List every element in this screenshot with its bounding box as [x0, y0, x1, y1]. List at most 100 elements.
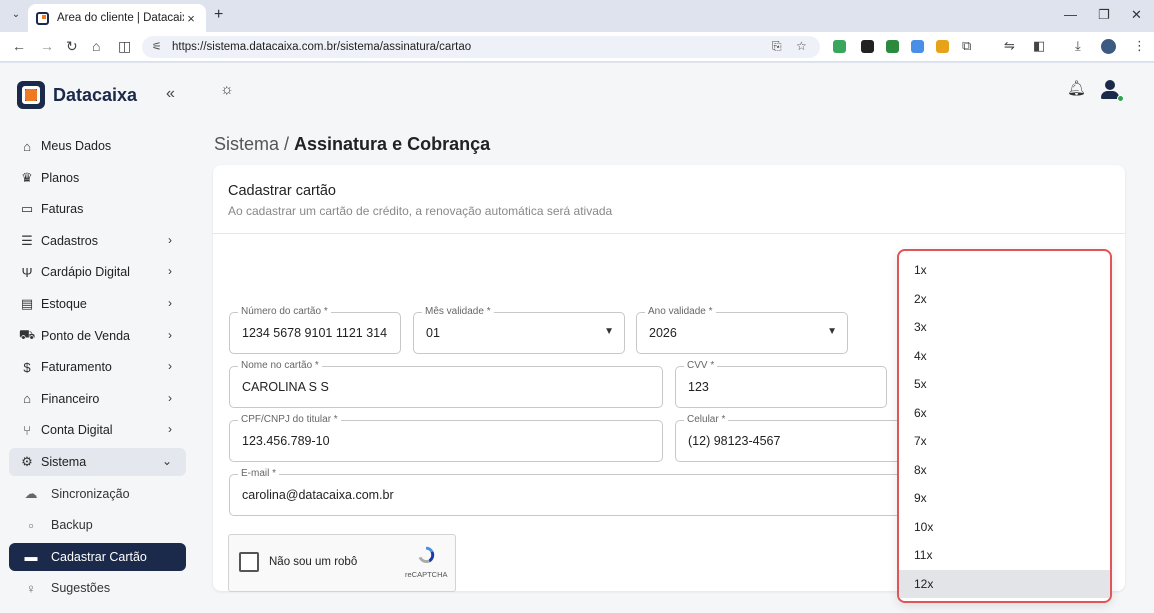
chevron-right-icon: ›	[168, 295, 172, 310]
brand-logo[interactable]: Datacaixa	[17, 81, 137, 109]
bell-icon[interactable]: 🔔︎	[1067, 79, 1086, 97]
tab-search-icon[interactable]: ⌄	[8, 7, 24, 23]
card-title: Cadastrar cartão	[228, 183, 336, 199]
sidebar-item-label: Faturamento	[41, 360, 112, 375]
recaptcha-checkbox[interactable]	[239, 552, 259, 572]
sidebar-toggle-icon[interactable]: ◫	[118, 38, 131, 55]
reading-mode-icon[interactable]: ◧	[1033, 38, 1045, 54]
sidebar-item-faturas[interactable]: ▭ Faturas	[9, 195, 186, 223]
bank-icon: ⌂	[23, 391, 31, 407]
extension-docs-icon[interactable]	[911, 40, 924, 53]
profile-avatar-icon[interactable]	[1101, 39, 1116, 54]
installment-option[interactable]: 5x	[899, 370, 1110, 399]
sidebar-item-faturamento[interactable]: $ Faturamento ›	[9, 353, 186, 381]
sidebar-item-planos[interactable]: ♛ Planos	[9, 164, 186, 192]
installment-option[interactable]: 2x	[899, 285, 1110, 314]
restore-icon[interactable]: ❐	[1098, 7, 1110, 23]
extension-pen-icon[interactable]	[861, 40, 874, 53]
save-icon: ▫	[28, 517, 34, 533]
sidebar-item-cadastrar-cartao[interactable]: ▬ Cadastrar Cartão	[9, 542, 186, 571]
card-number-label: Número do cartão *	[238, 306, 331, 317]
sidebar-item-cadastros[interactable]: ☰ Cadastros ›	[9, 227, 186, 255]
email-label: E-mail *	[238, 468, 280, 479]
cloud-icon: ☁	[24, 485, 38, 501]
card-name-label: Nome no cartão *	[238, 360, 322, 371]
card-header: Cadastrar cartão Ao cadastrar um cartão …	[213, 165, 1125, 234]
sidebar-item-cardapio-digital[interactable]: Ψ Cardápio Digital ›	[9, 258, 186, 286]
recaptcha-logo-icon	[418, 546, 435, 564]
browser-menu-icon[interactable]: ⋮	[1133, 38, 1146, 54]
chevron-down-icon: ▼	[827, 326, 837, 337]
installment-option[interactable]: 11x	[899, 541, 1110, 570]
bookmark-star-icon[interactable]: ☆	[796, 39, 807, 53]
user-avatar[interactable]	[1098, 77, 1124, 102]
recaptcha-widget: Não sou um robô reCAPTCHA	[228, 534, 456, 592]
forward-icon[interactable]: →	[40, 38, 54, 54]
installment-option[interactable]: 10x	[899, 513, 1110, 542]
chevron-right-icon: ›	[168, 232, 172, 247]
extension-flag-icon[interactable]	[936, 40, 949, 53]
url-text: https://sistema.datacaixa.com.br/sistema…	[172, 41, 472, 53]
tab-close-icon[interactable]: ×	[184, 11, 198, 26]
collapse-sidebar-icon[interactable]: «	[166, 85, 175, 103]
installment-option[interactable]: 1x	[899, 256, 1110, 285]
online-status-dot	[1117, 95, 1124, 102]
sidebar-item-conta-digital[interactable]: ⑂ Conta Digital ›	[9, 416, 186, 444]
extensions-puzzle-icon[interactable]: ⧉	[962, 38, 971, 54]
cpf-field[interactable]: CPF/CNPJ do titular * 123.456.789-10	[229, 414, 663, 462]
installment-option[interactable]: 6x	[899, 399, 1110, 428]
card-name-field[interactable]: Nome no cartão * CAROLINA S S	[229, 360, 663, 408]
cpf-label: CPF/CNPJ do titular *	[238, 414, 341, 425]
back-icon[interactable]: ←	[12, 38, 26, 54]
installment-option[interactable]: 7x	[899, 427, 1110, 456]
card-subtitle: Ao cadastrar um cartão de crédito, a ren…	[228, 204, 613, 218]
theme-sun-icon[interactable]: ☼	[220, 81, 234, 98]
installment-option[interactable]: 9x	[899, 484, 1110, 513]
sidebar-item-backup[interactable]: ▫ Backup	[9, 511, 186, 539]
sidebar-item-estoque[interactable]: ▤ Estoque ›	[9, 290, 186, 318]
sidebar: Datacaixa « ⌂ Meus Dados ♛ Planos ▭ Faturas ☰ C…	[0, 63, 195, 613]
installment-option[interactable]: 3x	[899, 313, 1110, 342]
new-tab-button[interactable]: +	[214, 6, 223, 24]
email-field[interactable]: E-mail * carolina@datacaixa.com.br	[229, 468, 903, 516]
sidebar-item-label: Financeiro	[41, 391, 100, 406]
card-number-field[interactable]: Número do cartão * 1234 5678 9101 1121 3…	[229, 306, 401, 354]
sidebar-item-ponto-de-venda[interactable]: ⛟ Ponto de Venda ›	[9, 322, 186, 350]
sidebar-item-sincronizacao[interactable]: ☁ Sincronização	[9, 480, 186, 508]
sidebar-item-sugestoes[interactable]: ♀ Sugestões	[9, 574, 186, 602]
sidebar-item-sistema[interactable]: ⚙ Sistema ⌄	[9, 447, 186, 476]
window-close-icon[interactable]: ✕	[1131, 7, 1142, 23]
installment-option[interactable]: 4x	[899, 342, 1110, 371]
sidebar-item-financeiro[interactable]: ⌂ Financeiro ›	[9, 385, 186, 413]
installment-option[interactable]: 8x	[899, 456, 1110, 485]
download-icon[interactable]: ⤓	[1075, 38, 1081, 54]
installment-option[interactable]: 12x	[899, 569, 1110, 598]
phone-value: (12) 98123-4567	[688, 434, 781, 448]
url-field[interactable]: ⚟ https://sistema.datacaixa.com.br/siste…	[142, 36, 820, 58]
credit-card-icon: ▬	[24, 549, 38, 565]
breadcrumb: Sistema / Assinatura e Cobrança	[214, 134, 490, 155]
sidebar-item-label: Cardápio Digital	[41, 265, 130, 280]
reload-icon[interactable]: ↻	[66, 38, 78, 55]
browser-tab[interactable]: Área do cliente | Datacaixa ×	[28, 4, 206, 32]
minimize-icon[interactable]: —	[1064, 7, 1077, 22]
sidebar-item-meus-dados[interactable]: ⌂ Meus Dados	[9, 132, 186, 160]
expiry-month-value: 01	[426, 326, 440, 340]
install-app-icon[interactable]: ⎘	[772, 39, 782, 54]
cvv-field[interactable]: CVV * 123	[675, 360, 887, 408]
extension-icon[interactable]	[833, 40, 846, 53]
cart-icon: ⛟	[18, 326, 36, 342]
extension-sheets-icon[interactable]	[886, 40, 899, 53]
expiry-year-value: 2026	[649, 326, 677, 340]
phone-field[interactable]: Celular * (12) 98123-4567	[675, 414, 903, 462]
translate-icon[interactable]: ⇋	[1004, 38, 1015, 54]
sidebar-item-label: Cadastrar Cartão	[51, 549, 147, 564]
lightbulb-icon: ♀	[26, 580, 36, 596]
home-icon[interactable]: ⌂	[92, 38, 100, 54]
address-bar-row: ← → ↻ ⌂ ◫ ⚟ https://sistema.datacaixa.co…	[0, 32, 1154, 62]
breadcrumb-section[interactable]: Sistema /	[214, 134, 294, 154]
cvv-value: 123	[688, 380, 709, 394]
expiry-year-select[interactable]: Ano validade * 2026 ▼	[636, 306, 848, 354]
expiry-month-select[interactable]: Mês validade * 01 ▼	[413, 306, 625, 354]
site-settings-icon[interactable]: ⚟	[152, 40, 162, 53]
